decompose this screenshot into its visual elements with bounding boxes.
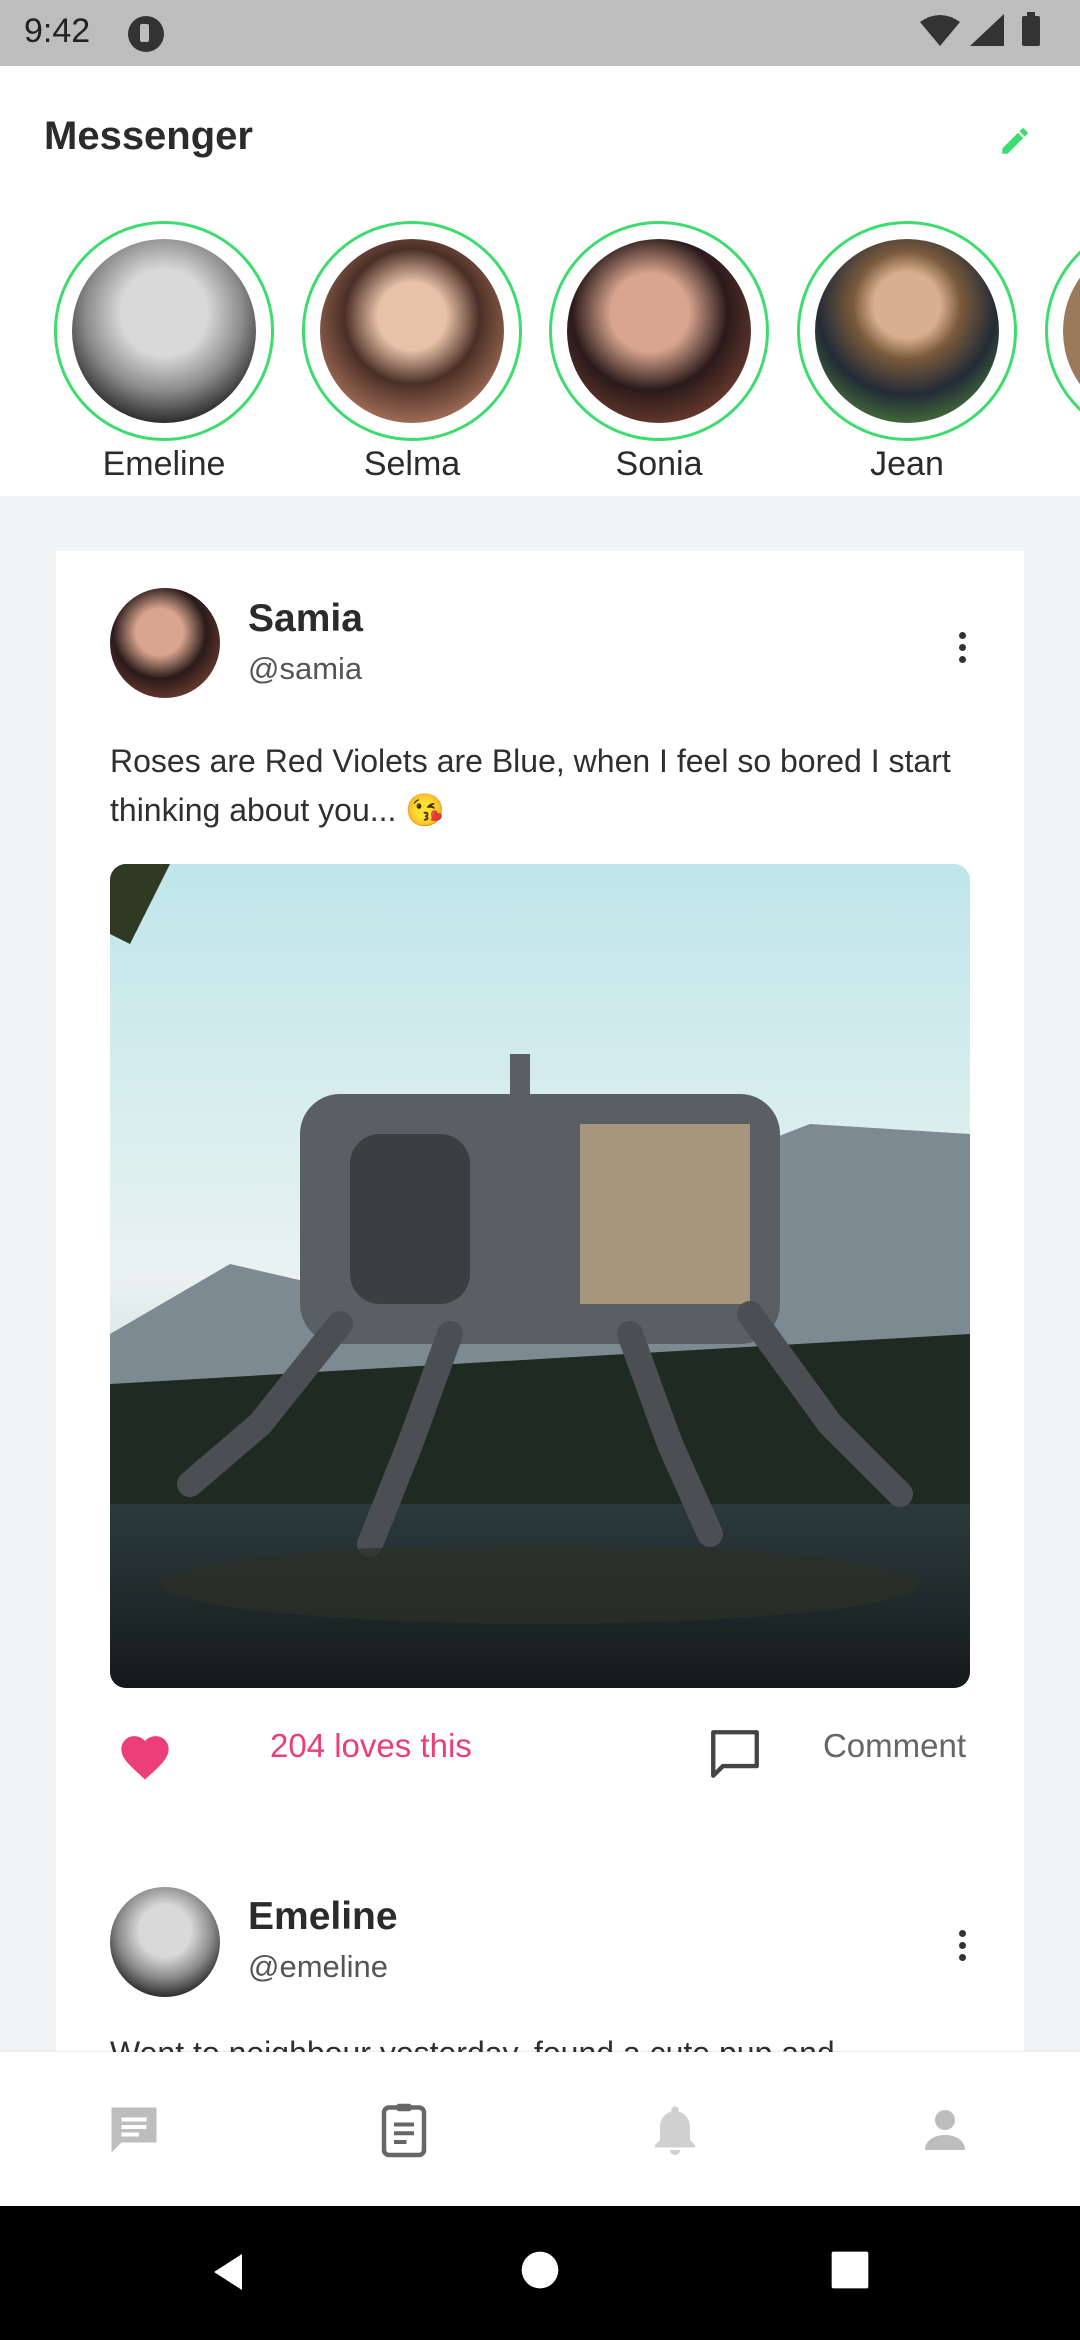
more-options-icon[interactable] — [959, 627, 966, 668]
post-handle: @samia — [248, 651, 363, 686]
stories-row[interactable]: Emeline Selma Sonia Jean — [0, 221, 1080, 496]
home-icon[interactable] — [518, 2248, 562, 2297]
story-name: Selma — [363, 445, 461, 483]
edit-button[interactable] — [998, 124, 1032, 163]
post-handle: @emeline — [248, 1949, 389, 1984]
more-options-icon[interactable] — [959, 1925, 966, 1966]
heart-icon[interactable] — [116, 1729, 174, 1786]
avatar[interactable] — [110, 1887, 220, 1997]
post-author[interactable]: Emeline — [248, 1895, 398, 1939]
page-title: Messenger — [44, 114, 253, 158]
story-item[interactable]: Emeline — [54, 221, 274, 484]
status-bar: 9:42 — [0, 0, 1080, 66]
chat-icon[interactable] — [104, 2100, 164, 2160]
messenger-header: Messenger Emeline Selma Sonia Jean — [0, 66, 1080, 496]
feed-card: Samia @samia Roses are Red Violets are B… — [56, 551, 1024, 2071]
post-text: Roses are Red Violets are Blue, when I f… — [110, 743, 951, 828]
status-time: 9:42 — [24, 12, 91, 50]
story-avatar[interactable] — [302, 221, 522, 441]
story-item[interactable]: Sonia — [549, 221, 769, 484]
battery-icon — [1022, 12, 1040, 46]
bell-icon[interactable] — [645, 2100, 705, 2160]
story-name: Emeline — [102, 445, 226, 483]
back-icon[interactable] — [204, 2248, 252, 2301]
post-actions: 204 loves this Comment — [110, 1711, 970, 1791]
recents-icon[interactable] — [828, 2248, 872, 2297]
story-item-partial[interactable] — [1045, 221, 1080, 441]
story-avatar[interactable] — [797, 221, 1017, 441]
pencil-icon — [1002, 128, 1028, 154]
status-icons — [918, 12, 1058, 57]
story-avatar[interactable] — [549, 221, 769, 441]
avatar[interactable] — [110, 588, 220, 698]
signal-icon — [970, 14, 1004, 46]
story-item[interactable]: Jean — [797, 221, 1017, 484]
comment-button[interactable]: Comment — [823, 1727, 966, 1765]
person-icon[interactable] — [915, 2100, 975, 2160]
post-image[interactable] — [110, 864, 970, 1688]
story-name: Jean — [870, 445, 944, 483]
story-avatar[interactable] — [54, 221, 274, 441]
clipboard-icon[interactable] — [374, 2100, 434, 2160]
story-item[interactable]: Selma — [302, 221, 522, 484]
story-avatar[interactable] — [1045, 221, 1080, 441]
post-author[interactable]: Samia — [248, 597, 363, 641]
bottom-navigation — [0, 2052, 1080, 2206]
story-name: Sonia — [615, 445, 703, 483]
comment-icon[interactable] — [706, 1725, 764, 1788]
notification-icon — [128, 16, 164, 52]
system-navigation-bar — [0, 2206, 1080, 2340]
wifi-icon — [920, 15, 960, 46]
likes-count[interactable]: 204 loves this — [270, 1727, 472, 1765]
